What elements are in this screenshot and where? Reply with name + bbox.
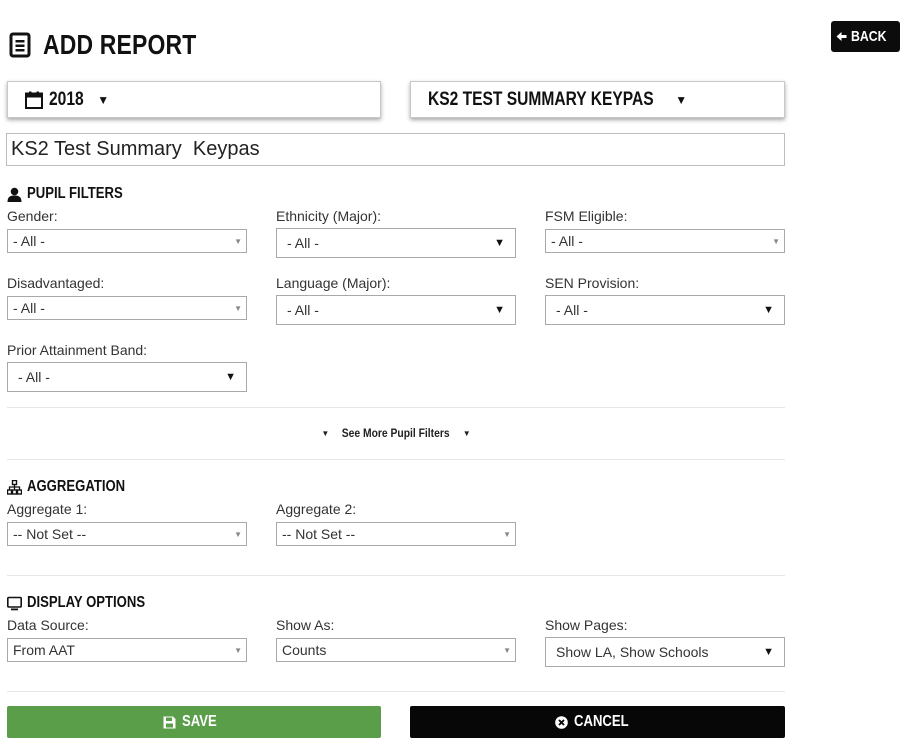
aggregation-heading: AGGREGATION [7, 477, 147, 497]
prior-attainment-select[interactable]: - All - ▼ [7, 362, 247, 392]
disadvantaged-select[interactable]: - All - ▼ [7, 296, 247, 320]
caret-down-icon: ▼ [763, 646, 774, 658]
document-icon [9, 32, 31, 58]
see-more-label: See More Pupil Filters [342, 426, 450, 440]
caret-down-icon: ▼ [462, 428, 471, 438]
data-source-label: Data Source: [7, 617, 89, 633]
gender-label: Gender: [7, 208, 58, 224]
caret-down-icon: ▼ [763, 304, 774, 316]
show-as-select[interactable]: Counts ▼ [276, 638, 516, 662]
cancel-button[interactable]: CANCEL [410, 706, 785, 738]
see-more-pupil-filters-link[interactable]: ▼ See More Pupil Filters ▼ [0, 424, 792, 442]
sen-label: SEN Provision: [545, 275, 640, 291]
chevron-down-icon: ▼ [503, 529, 511, 539]
data-source-value: From AAT [13, 642, 75, 658]
calendar-icon [25, 91, 43, 109]
cancel-button-label: CANCEL [573, 713, 629, 730]
fsm-value: - All - [551, 233, 583, 249]
caret-down-icon: ▼ [494, 237, 505, 249]
monitor-icon [7, 596, 22, 610]
save-button[interactable]: SAVE [7, 706, 381, 738]
page-title: ADD REPORT [43, 29, 197, 60]
show-pages-select[interactable]: Show LA, Show Schools ▼ [545, 637, 785, 667]
divider [7, 459, 785, 460]
fsm-label: FSM Eligible: [545, 208, 628, 224]
chevron-down-icon: ▼ [234, 645, 242, 655]
show-as-value: Counts [282, 642, 327, 658]
report-type-dropdown[interactable]: KS2 TEST SUMMARY KEYPAS ▼ [410, 81, 785, 118]
gender-select[interactable]: - All - ▼ [7, 229, 247, 253]
divider [7, 575, 785, 576]
display-options-title: DISPLAY OPTIONS [27, 594, 146, 611]
caret-down-icon: ▼ [225, 371, 236, 383]
aggregate-2-value: -- Not Set -- [282, 526, 356, 542]
ethnicity-value: - All - [287, 235, 319, 251]
sitemap-icon [7, 479, 22, 495]
display-options-heading: DISPLAY OPTIONS [7, 593, 171, 613]
back-button[interactable]: BACK [831, 21, 900, 52]
language-label: Language (Major): [276, 275, 391, 291]
arrow-left-icon [836, 32, 847, 41]
aggregate-1-value: -- Not Set -- [13, 526, 87, 542]
pupil-filters-title: PUPIL FILTERS [27, 185, 123, 202]
caret-down-icon: ▼ [494, 304, 505, 316]
chevron-down-icon: ▼ [503, 645, 511, 655]
prior-attainment-label: Prior Attainment Band: [7, 342, 148, 358]
aggregate-2-label: Aggregate 2: [276, 501, 357, 517]
divider [7, 407, 785, 408]
language-value: - All - [287, 302, 319, 318]
aggregate-1-label: Aggregate 1: [7, 501, 88, 517]
chevron-down-icon: ▼ [234, 303, 242, 313]
report-name-input[interactable] [6, 133, 785, 166]
gender-value: - All - [13, 233, 45, 249]
chevron-down-icon: ▼ [234, 236, 242, 246]
year-dropdown[interactable]: 2018 ▼ [7, 81, 381, 118]
ethnicity-label: Ethnicity (Major): [276, 208, 382, 224]
pupil-filters-heading: PUPIL FILTERS [7, 184, 144, 204]
aggregate-2-select[interactable]: -- Not Set -- ▼ [276, 522, 516, 546]
page-header: ADD REPORT [9, 28, 230, 62]
show-pages-label: Show Pages: [545, 617, 628, 633]
show-as-label: Show As: [276, 617, 335, 633]
back-button-label: BACK [851, 28, 887, 45]
fsm-select[interactable]: - All - ▼ [545, 229, 785, 253]
show-pages-value: Show LA, Show Schools [556, 644, 709, 660]
caret-down-icon: ▼ [675, 92, 688, 107]
caret-down-icon: ▼ [97, 92, 110, 107]
aggregation-title: AGGREGATION [27, 478, 126, 495]
ethnicity-select[interactable]: - All - ▼ [276, 228, 516, 258]
chevron-down-icon: ▼ [234, 529, 242, 539]
floppy-disk-icon [163, 716, 176, 728]
sen-value: - All - [556, 302, 588, 318]
caret-down-icon: ▼ [321, 428, 330, 438]
disadvantaged-value: - All - [13, 300, 45, 316]
divider [7, 691, 785, 692]
report-type-value: KS2 TEST SUMMARY KEYPAS [428, 88, 654, 110]
sen-select[interactable]: - All - ▼ [545, 295, 785, 325]
disadvantaged-label: Disadvantaged: [7, 275, 105, 291]
data-source-select[interactable]: From AAT ▼ [7, 638, 247, 662]
year-value: 2018 [49, 88, 84, 110]
chevron-down-icon: ▼ [772, 236, 780, 246]
language-select[interactable]: - All - ▼ [276, 295, 516, 325]
times-circle-icon [554, 715, 568, 729]
prior-attainment-value: - All - [18, 369, 50, 385]
user-icon [7, 187, 22, 202]
save-button-label: SAVE [182, 713, 218, 730]
aggregate-1-select[interactable]: -- Not Set -- ▼ [7, 522, 247, 546]
